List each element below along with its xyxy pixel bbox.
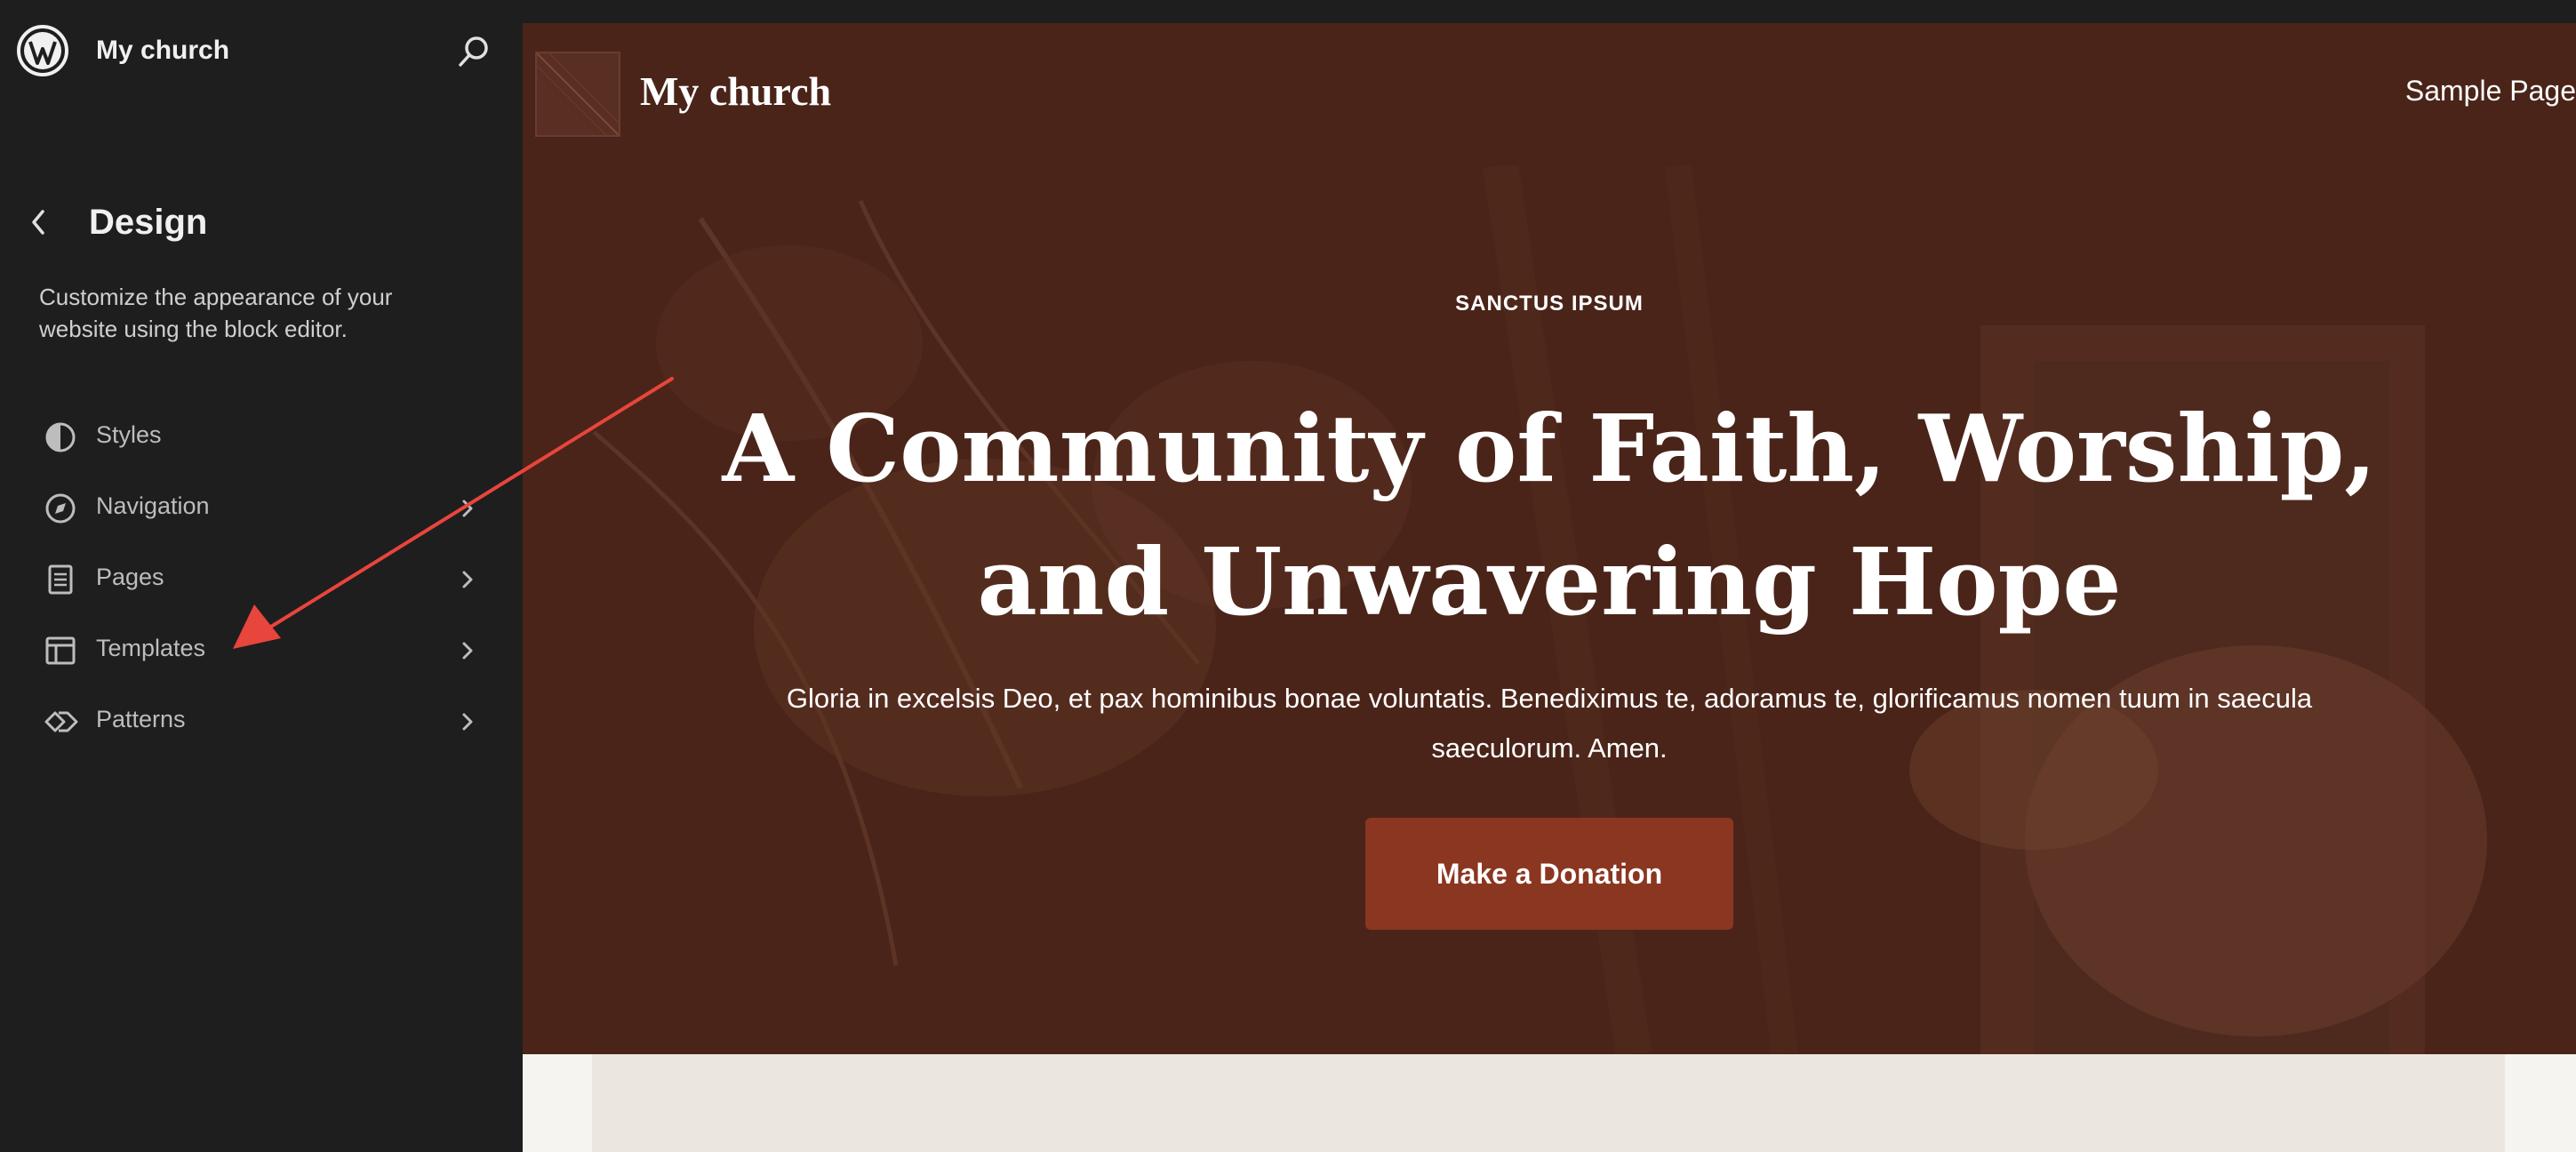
hero-subtext: Gloria in excelsis Deo, et pax hominibus… [786, 683, 2313, 764]
next-section [523, 1054, 2576, 1152]
wordpress-logo-icon[interactable] [16, 24, 69, 77]
site-logo-placeholder-icon[interactable] [535, 52, 620, 137]
panel-description: Customize the appearance of your website… [39, 284, 393, 342]
site-header: My church Sample Page [523, 23, 2576, 165]
sidebar-item-label: Navigation [96, 492, 210, 519]
navigation-icon [43, 491, 78, 526]
site-preview[interactable]: My church Sample Page SANCTUS IPSUM A Co… [523, 23, 2576, 1152]
hero-eyebrow: SANCTUS IPSUM [1455, 292, 1644, 316]
sidebar-item-label: Styles [96, 421, 162, 448]
chevron-right-icon [457, 709, 478, 734]
patterns-icon [43, 704, 78, 740]
sidebar-item-patterns[interactable]: Patterns [36, 688, 489, 752]
preview-top-strip [523, 0, 2576, 23]
sidebar-item-label: Pages [96, 564, 164, 590]
nav-link-sample-page[interactable]: Sample Page [2405, 75, 2576, 108]
preview-site-title[interactable]: My church [640, 68, 831, 115]
panel-title: Design [89, 203, 208, 242]
site-title[interactable]: My church [96, 36, 229, 66]
sidebar-item-label: Templates [96, 635, 206, 661]
chevron-right-icon [457, 567, 478, 592]
chevron-right-icon [457, 638, 478, 663]
hero-heading: A Community of Faith, Worship, and Unwav… [722, 394, 2377, 636]
next-section-card [592, 1054, 2505, 1152]
sidebar-item-styles[interactable]: Styles [36, 404, 489, 468]
pages-icon [43, 562, 78, 597]
back-chevron-icon[interactable] [25, 204, 53, 240]
sidebar: My church Design Customize the appearanc… [0, 0, 523, 1152]
donation-button[interactable]: Make a Donation [1365, 818, 1733, 930]
sidebar-item-pages[interactable]: Pages [36, 546, 489, 610]
sidebar-item-navigation[interactable]: Navigation [36, 475, 489, 539]
sidebar-item-templates[interactable]: Templates [36, 617, 489, 681]
sidebar-item-label: Patterns [96, 706, 186, 732]
search-icon[interactable] [453, 32, 494, 73]
styles-icon [43, 420, 78, 455]
templates-icon [43, 633, 78, 668]
chevron-right-icon [457, 496, 478, 521]
hero-cover: SANCTUS IPSUM A Community of Faith, Wors… [523, 165, 2576, 1054]
